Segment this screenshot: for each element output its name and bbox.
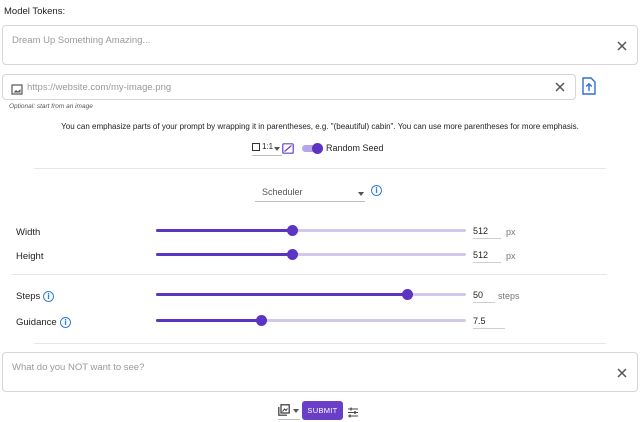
image-stack-icon bbox=[278, 403, 290, 416]
steps-label: Steps bbox=[16, 291, 41, 302]
prompt-textarea[interactable]: Dream Up Something Amazing... bbox=[2, 25, 638, 65]
slider-thumb[interactable] bbox=[401, 289, 413, 300]
negative-prompt-placeholder: What do you NOT want to see? bbox=[12, 362, 145, 373]
toggle-knob bbox=[312, 143, 323, 154]
width-unit: px bbox=[506, 227, 516, 237]
prompt-placeholder: Dream Up Something Amazing... bbox=[12, 35, 151, 46]
divider bbox=[34, 168, 606, 169]
steps-value[interactable]: 50 bbox=[473, 289, 495, 303]
model-tokens-label: Model Tokens: bbox=[4, 6, 66, 17]
guidance-slider[interactable] bbox=[156, 314, 466, 326]
chevron-down-icon bbox=[274, 147, 280, 151]
image-url-hint: Optional: start from an image bbox=[9, 103, 93, 110]
height-label: Height bbox=[16, 251, 44, 262]
square-icon bbox=[252, 143, 260, 151]
slider-fill bbox=[156, 253, 293, 256]
height-value[interactable]: 512 bbox=[473, 249, 501, 263]
clear-negative-prompt-icon[interactable] bbox=[615, 366, 629, 380]
steps-unit: steps bbox=[498, 291, 520, 301]
tune-settings-icon[interactable] bbox=[347, 405, 359, 418]
emphasis-info-text: You can emphasize parts of your prompt b… bbox=[61, 122, 579, 131]
height-slider[interactable] bbox=[156, 248, 466, 260]
slider-fill bbox=[156, 229, 293, 232]
scheduler-value: Scheduler bbox=[262, 187, 303, 197]
submit-button[interactable]: SUBMIT bbox=[302, 401, 343, 420]
divider bbox=[34, 343, 606, 344]
clear-prompt-icon[interactable] bbox=[615, 39, 629, 53]
slider-thumb[interactable] bbox=[286, 249, 298, 260]
random-seed-toggle[interactable] bbox=[302, 143, 323, 154]
image-count-underline bbox=[278, 419, 300, 420]
slider-fill bbox=[156, 319, 262, 322]
slider-thumb[interactable] bbox=[286, 225, 298, 236]
width-label: Width bbox=[16, 227, 41, 238]
steps-slider[interactable] bbox=[156, 288, 466, 300]
divider bbox=[12, 274, 607, 275]
width-slider[interactable] bbox=[156, 224, 466, 236]
slider-fill bbox=[156, 293, 408, 296]
steps-info-icon[interactable]: i bbox=[43, 291, 54, 302]
image-url-placeholder: https://website.com/my-image.png bbox=[27, 82, 172, 93]
chevron-down-icon bbox=[358, 192, 364, 196]
slider-thumb[interactable] bbox=[255, 315, 267, 326]
chevron-down-icon bbox=[293, 409, 299, 413]
image-count-select[interactable] bbox=[278, 403, 300, 419]
width-value[interactable]: 512 bbox=[473, 225, 501, 239]
negative-prompt-textarea[interactable]: What do you NOT want to see? bbox=[2, 352, 638, 392]
image-url-input[interactable]: https://website.com/my-image.png bbox=[2, 74, 576, 100]
image-icon bbox=[11, 82, 23, 95]
guidance-info-icon[interactable]: i bbox=[60, 317, 71, 328]
aspect-ratio-underline bbox=[252, 155, 282, 156]
image-settings-icon[interactable] bbox=[282, 141, 294, 154]
aspect-ratio-value: 1:1 bbox=[262, 142, 274, 151]
upload-image-icon[interactable] bbox=[582, 77, 596, 95]
height-unit: px bbox=[506, 251, 516, 261]
guidance-label: Guidance bbox=[16, 317, 57, 328]
scheduler-info-icon[interactable]: i bbox=[371, 185, 382, 196]
guidance-value[interactable]: 7.5 bbox=[473, 315, 505, 329]
random-seed-label: Random Seed bbox=[326, 143, 384, 153]
clear-image-url-icon[interactable] bbox=[553, 80, 567, 94]
scheduler-select[interactable]: Scheduler bbox=[255, 184, 365, 202]
